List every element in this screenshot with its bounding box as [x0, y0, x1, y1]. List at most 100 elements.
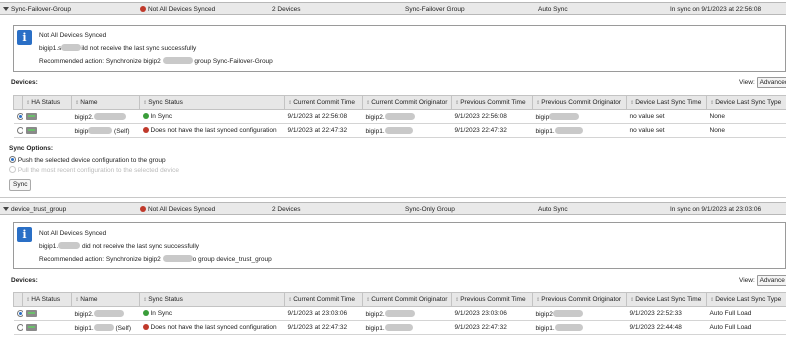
info-line: bigip1.s ild not receive the last sync su…	[39, 44, 197, 52]
row-select[interactable]	[13, 320, 23, 335]
device-name[interactable]: bigip2.	[71, 306, 140, 321]
column-header[interactable]: ⇕Current Commit Time	[284, 95, 363, 110]
column-header[interactable]: ⇕HA Status	[22, 292, 72, 307]
table-row[interactable]: bigip2. In Sync 9/1/2023 at 22:56:08 big…	[13, 109, 786, 124]
sort-icon: ⇕	[143, 100, 148, 106]
info-message: i Not All Devices Synced bigip1. did not…	[13, 222, 786, 269]
devices-label: Devices:	[11, 79, 38, 86]
group-device-count: 2 Devices	[272, 206, 301, 213]
redacted-blur	[552, 309, 583, 317]
info-message: i Not All Devices Synced bigip1.s ild not…	[13, 25, 786, 72]
sync-status-cell: Does not have the last synced configurat…	[139, 123, 285, 138]
previous-commit-originator: bigip1.	[532, 123, 627, 138]
device-icon	[25, 309, 37, 317]
sync-button[interactable]: Sync	[9, 179, 32, 191]
sort-icon: ⇕	[630, 100, 635, 106]
group-header[interactable]: Sync-Failover-Group Not All Devices Sync…	[0, 2, 786, 15]
previous-commit-time: 9/1/2023 22:47:32	[451, 320, 533, 335]
table-row[interactable]: bigip2. In Sync 9/1/2023 at 23:03:06 big…	[13, 306, 786, 321]
sync-status-cell: In Sync	[139, 109, 285, 124]
row-select[interactable]	[13, 109, 23, 124]
sort-icon: ⇕	[630, 297, 635, 303]
sort-icon: ⇕	[710, 297, 715, 303]
column-header[interactable]: ⇕Device Last Sync Time	[626, 95, 707, 110]
info-line: bigip1. did not receive the last sync su…	[39, 242, 200, 250]
column-header[interactable]: ⇕Previous Commit Time	[451, 95, 533, 110]
view-control: View: Advance	[739, 275, 786, 286]
row-select[interactable]	[13, 123, 23, 138]
group-name[interactable]: Sync-Failover-Group	[3, 6, 71, 13]
current-commit-originator: bigip2.	[362, 109, 452, 124]
column-header[interactable]: ⇕Name	[71, 95, 140, 110]
group-name[interactable]: device_trust_group	[3, 206, 66, 213]
column-header[interactable]: ⇕Current Commit Originator	[362, 292, 452, 307]
device-icon	[25, 126, 37, 134]
view-select[interactable]: Advance	[756, 275, 786, 286]
column-header[interactable]: ⇕Name	[71, 292, 140, 307]
sort-icon: ⇕	[710, 100, 715, 106]
row-select[interactable]	[13, 306, 23, 321]
devices-label: Devices:	[11, 277, 38, 284]
group-status: Not All Devices Synced	[140, 6, 215, 13]
table-row[interactable]: bigip (Self) Does not have the last sync…	[13, 123, 786, 138]
radio-button[interactable]	[16, 126, 23, 134]
group-header[interactable]: device_trust_group Not All Devices Synce…	[0, 202, 786, 215]
device-icon	[25, 323, 37, 331]
sort-icon: ⇕	[536, 100, 541, 106]
radio-button[interactable]	[16, 112, 23, 120]
previous-commit-originator: bigip1.	[532, 320, 627, 335]
ha-status-cell	[22, 320, 72, 335]
sync-status-cell: In Sync	[139, 306, 285, 321]
device-last-sync-type: None	[706, 123, 786, 138]
column-header[interactable]: ⇕Sync Status	[139, 95, 285, 110]
column-header[interactable]: ⇕Device Last Sync Time	[626, 292, 707, 307]
error-icon	[142, 127, 149, 133]
info-title: Not All Devices Synced	[39, 32, 107, 39]
info-icon: i	[17, 30, 32, 45]
device-last-sync-time: 9/1/2023 22:44:48	[626, 320, 707, 335]
radio-button[interactable]	[9, 156, 16, 163]
select-column-header	[13, 292, 23, 307]
sort-icon: ⇕	[536, 297, 541, 303]
previous-commit-time: 9/1/2023 22:56:08	[451, 109, 533, 124]
current-commit-time: 9/1/2023 at 22:47:32	[284, 320, 363, 335]
redacted-blur	[384, 323, 413, 331]
device-name[interactable]: bigip2.	[71, 109, 140, 124]
redacted-blur	[162, 255, 193, 262]
sort-icon: ⇕	[366, 100, 371, 106]
group-sync-time: In sync on 9/1/2023 at 23:03:06	[670, 206, 762, 213]
device-icon	[25, 112, 37, 120]
current-commit-time: 9/1/2023 at 22:47:32	[284, 123, 363, 138]
sync-option-push[interactable]: Push the selected device configuration t…	[9, 156, 166, 164]
group-type: Sync-Failover Group	[405, 6, 465, 13]
group-device-count: 2 Devices	[272, 6, 301, 13]
sort-icon: ⇕	[75, 100, 80, 106]
device-name[interactable]: bigip (Self)	[71, 123, 140, 138]
column-header[interactable]: ⇕HA Status	[22, 95, 72, 110]
view-select[interactable]: Advanced	[756, 77, 786, 88]
column-header[interactable]: ⇕Sync Status	[139, 292, 285, 307]
table-row[interactable]: bigip1. (Self) Does not have the last sy…	[13, 320, 786, 335]
redacted-blur	[93, 309, 124, 317]
view-control: View: Advanced	[739, 77, 786, 88]
column-header[interactable]: ⇕Previous Commit Originator	[532, 292, 627, 307]
info-title: Not All Devices Synced	[39, 230, 107, 237]
previous-commit-time: 9/1/2023 22:47:32	[451, 123, 533, 138]
devices-table: ⇕HA Status ⇕Name ⇕Sync Status ⇕Current C…	[13, 95, 786, 138]
previous-commit-originator: bigip	[532, 109, 627, 124]
column-header[interactable]: ⇕Current Commit Originator	[362, 95, 452, 110]
column-header[interactable]: ⇕Device Last Sync Type	[706, 292, 786, 307]
ha-status-cell	[22, 306, 72, 321]
current-commit-originator: bigip2.	[362, 306, 452, 321]
redacted-blur	[384, 112, 415, 120]
column-header[interactable]: ⇕Previous Commit Originator	[532, 95, 627, 110]
radio-button[interactable]	[16, 323, 23, 331]
column-header[interactable]: ⇕Previous Commit Time	[451, 292, 533, 307]
device-name[interactable]: bigip1. (Self)	[71, 320, 140, 335]
column-header[interactable]: ⇕Current Commit Time	[284, 292, 363, 307]
section-divider	[0, 197, 786, 198]
devices-table: ⇕HA Status ⇕Name ⇕Sync Status ⇕Current C…	[13, 292, 786, 335]
redacted-blur	[384, 309, 415, 317]
radio-button[interactable]	[16, 309, 23, 317]
column-header[interactable]: ⇕Device Last Sync Type	[706, 95, 786, 110]
